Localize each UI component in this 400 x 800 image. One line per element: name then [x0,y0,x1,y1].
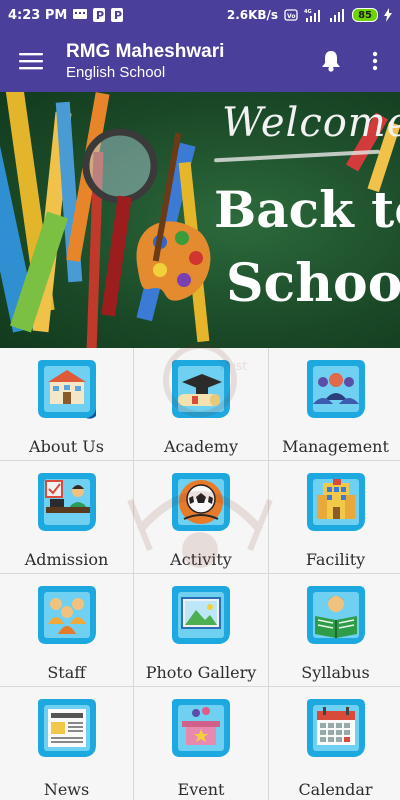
svg-text:Vo: Vo [287,13,295,20]
tile-label: News [43,780,90,799]
tile-label: Management [282,437,389,456]
app-title: RMG Maheshwari [66,40,225,62]
newspaper-icon [34,695,100,761]
tile-label: Activity [170,550,232,569]
banner-line2: School [226,253,400,314]
tile-label: Staff [47,663,86,682]
tile-label: Photo Gallery [145,663,257,682]
hamburger-menu-icon[interactable] [0,30,62,92]
staff-group-icon [34,582,100,648]
tile-activity[interactable]: Activity [134,461,268,573]
tile-management[interactable]: Management [269,348,400,460]
event-gift-icon [168,695,234,761]
football-icon [168,469,234,535]
menu-grid: About Us Academy Management Admission Ac… [0,348,400,800]
calendar-icon [303,695,369,761]
tile-staff[interactable]: Staff [0,574,133,686]
signal-icon [330,8,346,22]
banner-line1: Back to [214,180,400,239]
app-titles: RMG Maheshwari English School [66,40,224,83]
tile-academy[interactable]: Academy [134,348,268,460]
tile-label: Academy [164,437,238,456]
tile-photo-gallery[interactable]: Photo Gallery [134,574,268,686]
message-icon [73,9,88,21]
net-speed: 2.6KB/s [226,8,279,22]
status-bar: 4:23 PM P P 2.6KB/s Vo 4G 85 [0,0,400,30]
network-type: 4G [304,9,312,15]
tile-label: Facility [305,550,366,569]
tile-facility[interactable]: Facility [269,461,400,573]
signal-4g-icon: 4G [304,8,324,22]
svg-text:P: P [114,9,122,22]
welcome-banner[interactable]: Welcome Back to School [0,92,400,348]
tile-news[interactable]: News [0,687,133,800]
volte-icon: Vo [284,8,298,22]
tile-event[interactable]: Event [134,687,268,800]
battery-badge: 85 [352,8,378,22]
reading-book-icon [303,582,369,648]
tile-calendar[interactable]: Calendar [269,687,400,800]
notification-bell-icon[interactable] [316,46,346,76]
app-subtitle: English School [66,63,166,81]
tile-admission[interactable]: Admission [0,461,133,573]
more-options-icon[interactable] [360,46,390,76]
svg-text:P: P [96,9,104,22]
facility-building-icon [303,469,369,535]
tile-label: Event [177,780,225,799]
paytm-p-icon: P [93,8,106,22]
charging-icon [384,8,392,22]
tile-label: About Us [29,437,104,456]
admission-desk-icon [34,469,100,535]
school-building-icon [34,356,100,422]
tile-about-us[interactable]: About Us [0,348,133,460]
tile-syllabus[interactable]: Syllabus [269,574,400,686]
status-time: 4:23 PM [8,7,68,23]
management-team-icon [303,356,369,422]
app-bar: RMG Maheshwari English School [0,30,400,92]
tile-label: Syllabus [301,663,370,682]
tile-label: Calendar [298,780,373,799]
graduation-cap-icon [168,356,234,422]
banner-welcome-text: Welcome [222,100,400,146]
paytm-p-icon-2: P [111,8,124,22]
photo-gallery-icon [168,582,234,648]
tile-label: Admission [24,550,109,569]
